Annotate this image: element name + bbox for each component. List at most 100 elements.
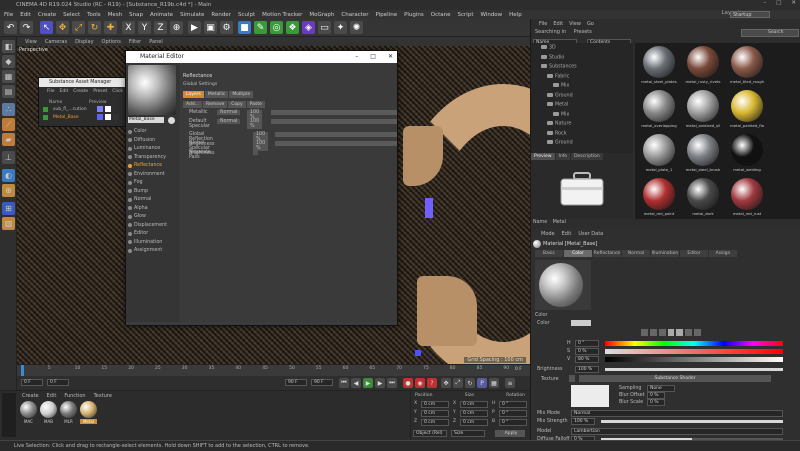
preset-thumbnail[interactable]: metal_oxidized_sil <box>683 89 723 129</box>
tree-item[interactable]: Substances <box>541 64 577 70</box>
end-frame-field[interactable]: 90 F <box>285 379 307 386</box>
rotation-key-icon[interactable]: ↻ <box>465 378 475 388</box>
texture-mode-icon[interactable]: ▦ <box>2 70 15 83</box>
preset-thumbnail[interactable]: metal_rusty_rivets <box>683 45 723 85</box>
pla-key-icon[interactable]: ▦ <box>489 378 499 388</box>
preset-thumbnail[interactable]: metal_dark <box>683 177 723 217</box>
scale-icon[interactable]: ⤢ <box>72 21 85 34</box>
menu-item[interactable]: Render <box>211 12 231 18</box>
menu-item[interactable]: Help <box>509 12 522 18</box>
menu-item[interactable]: Octane <box>431 12 451 18</box>
tab-multiple[interactable]: Multiple <box>229 91 254 98</box>
rotation-field[interactable]: 0 ° <box>499 410 527 417</box>
texture-menu-arrow[interactable] <box>569 375 575 382</box>
paste-layer-button[interactable]: Paste <box>246 101 265 108</box>
channel-checkbox[interactable] <box>128 155 132 159</box>
s-field[interactable]: 0 % <box>575 348 599 355</box>
position-field[interactable]: 0 cm <box>421 401 449 408</box>
menu-item[interactable]: Window <box>480 12 502 18</box>
preset-thumbnail[interactable]: metal_red_paint <box>639 177 679 217</box>
channel-reflectance[interactable]: Reflectance <box>128 163 162 168</box>
material-swatch[interactable] <box>40 401 57 418</box>
goto-end-icon[interactable]: ⏭ <box>387 378 397 388</box>
deformer-icon[interactable]: ◈ <box>302 21 315 34</box>
next-key-icon[interactable]: ▶ <box>375 378 385 388</box>
undo-icon[interactable]: ↶ <box>4 21 17 34</box>
menu-item[interactable]: Plugins <box>404 12 424 18</box>
mix-mode-select[interactable]: Normal <box>571 410 783 417</box>
color-swatch[interactable] <box>571 320 591 326</box>
menu-item[interactable]: Create <box>38 12 56 18</box>
layout-select[interactable]: Startup <box>730 11 770 18</box>
channel-displacement[interactable]: Displacement <box>128 223 167 228</box>
menu-item[interactable]: Animate <box>150 12 173 18</box>
tree-item[interactable]: Nature <box>547 121 571 127</box>
record-icon[interactable]: ● <box>403 378 413 388</box>
menu-item[interactable]: Sculpt <box>238 12 255 18</box>
add-layer-button[interactable]: Add... <box>183 101 203 108</box>
channel-bump[interactable]: Bump <box>128 189 148 194</box>
rotation-field[interactable]: 0 ° <box>499 419 527 426</box>
material-menu-item[interactable]: Create <box>22 393 39 399</box>
h-field[interactable]: 0 ° <box>575 340 599 347</box>
timeline-menu-icon[interactable]: ≡ <box>505 378 515 388</box>
blur-offset-field[interactable]: 0 % <box>647 392 665 399</box>
hue-slider[interactable] <box>605 341 783 346</box>
position-key-icon[interactable]: ✥ <box>441 378 451 388</box>
tab-preview[interactable]: Preview <box>531 153 555 160</box>
keyframe-selection-icon[interactable]: ? <box>427 378 437 388</box>
channel-checkbox[interactable] <box>128 129 132 134</box>
attribute-tab[interactable]: Editor <box>680 250 708 257</box>
attribute-tab[interactable]: Reflectance <box>593 250 621 257</box>
rotate-icon[interactable]: ↻ <box>88 21 101 34</box>
snapping-icon[interactable]: ⊕ <box>2 184 15 197</box>
size-field[interactable]: 0 cm <box>460 419 488 426</box>
channel-luminance[interactable]: Luminance <box>128 146 160 151</box>
prev-key-icon[interactable]: ◀ <box>351 378 361 388</box>
menu-item[interactable]: Snap <box>129 12 143 18</box>
layer-mode[interactable]: Normal <box>217 119 241 124</box>
channel-checkbox[interactable] <box>128 214 132 219</box>
color-wheel-icon[interactable] <box>641 329 648 336</box>
browser-menu-item[interactable]: Edit <box>553 21 563 27</box>
preset-thumbnail[interactable]: metal_welding <box>727 133 767 173</box>
preset-thumbnail[interactable]: metal_red_rust <box>727 177 767 217</box>
material-swatch[interactable] <box>80 401 97 418</box>
attribute-tab[interactable]: Assign <box>709 250 737 257</box>
apply-button[interactable]: Apply <box>495 430 525 437</box>
rgb-mode-icon[interactable] <box>667 329 675 336</box>
workplane-icon[interactable]: ▤ <box>2 85 15 98</box>
substance-menu-item[interactable]: File <box>47 89 55 94</box>
render-settings-icon[interactable]: ⚙ <box>220 21 233 34</box>
kelvin-mode-icon[interactable] <box>685 329 693 336</box>
substance-item-1[interactable]: sub_fl_...cution <box>53 107 87 112</box>
preview-end-field[interactable]: 90 F <box>311 379 333 386</box>
channel-checkbox[interactable] <box>128 163 132 168</box>
channel-checkbox[interactable] <box>128 231 132 236</box>
value-slider[interactable] <box>605 357 783 362</box>
substance-menu-item[interactable]: Preset <box>93 89 107 94</box>
copy-layer-button[interactable]: Copy <box>228 101 246 108</box>
image-picker-icon[interactable] <box>658 329 666 336</box>
global-refl-slider[interactable] <box>275 132 397 137</box>
preset-thumbnail[interactable]: metal_steel_plates <box>639 45 679 85</box>
viewport-menu-item[interactable]: Display <box>75 39 93 45</box>
x-axis-icon[interactable]: X <box>122 21 135 34</box>
y-axis-icon[interactable]: Y <box>138 21 151 34</box>
coord-mode-select[interactable]: Object (Rel) <box>413 430 447 437</box>
channel-checkbox[interactable] <box>128 146 132 151</box>
layer-slider[interactable] <box>271 110 397 115</box>
menu-item[interactable]: Select <box>63 12 80 18</box>
spline-pen-icon[interactable]: ✎ <box>254 21 267 34</box>
menu-item[interactable]: Tools <box>87 12 101 18</box>
check-icon[interactable] <box>43 115 48 120</box>
material-menu-item[interactable]: Edit <box>47 393 57 399</box>
material-swatch[interactable] <box>60 401 77 418</box>
selection-handle[interactable] <box>425 198 433 218</box>
attribute-tab[interactable]: Color <box>564 250 592 257</box>
global-settings-toggle[interactable]: Global Settings <box>183 82 217 87</box>
scale-key-icon[interactable]: ⤢ <box>453 378 463 388</box>
dialog-maximize-button[interactable]: □ <box>370 51 376 63</box>
channel-checkbox[interactable] <box>128 206 132 210</box>
menu-item[interactable]: Pipeline <box>376 12 398 18</box>
